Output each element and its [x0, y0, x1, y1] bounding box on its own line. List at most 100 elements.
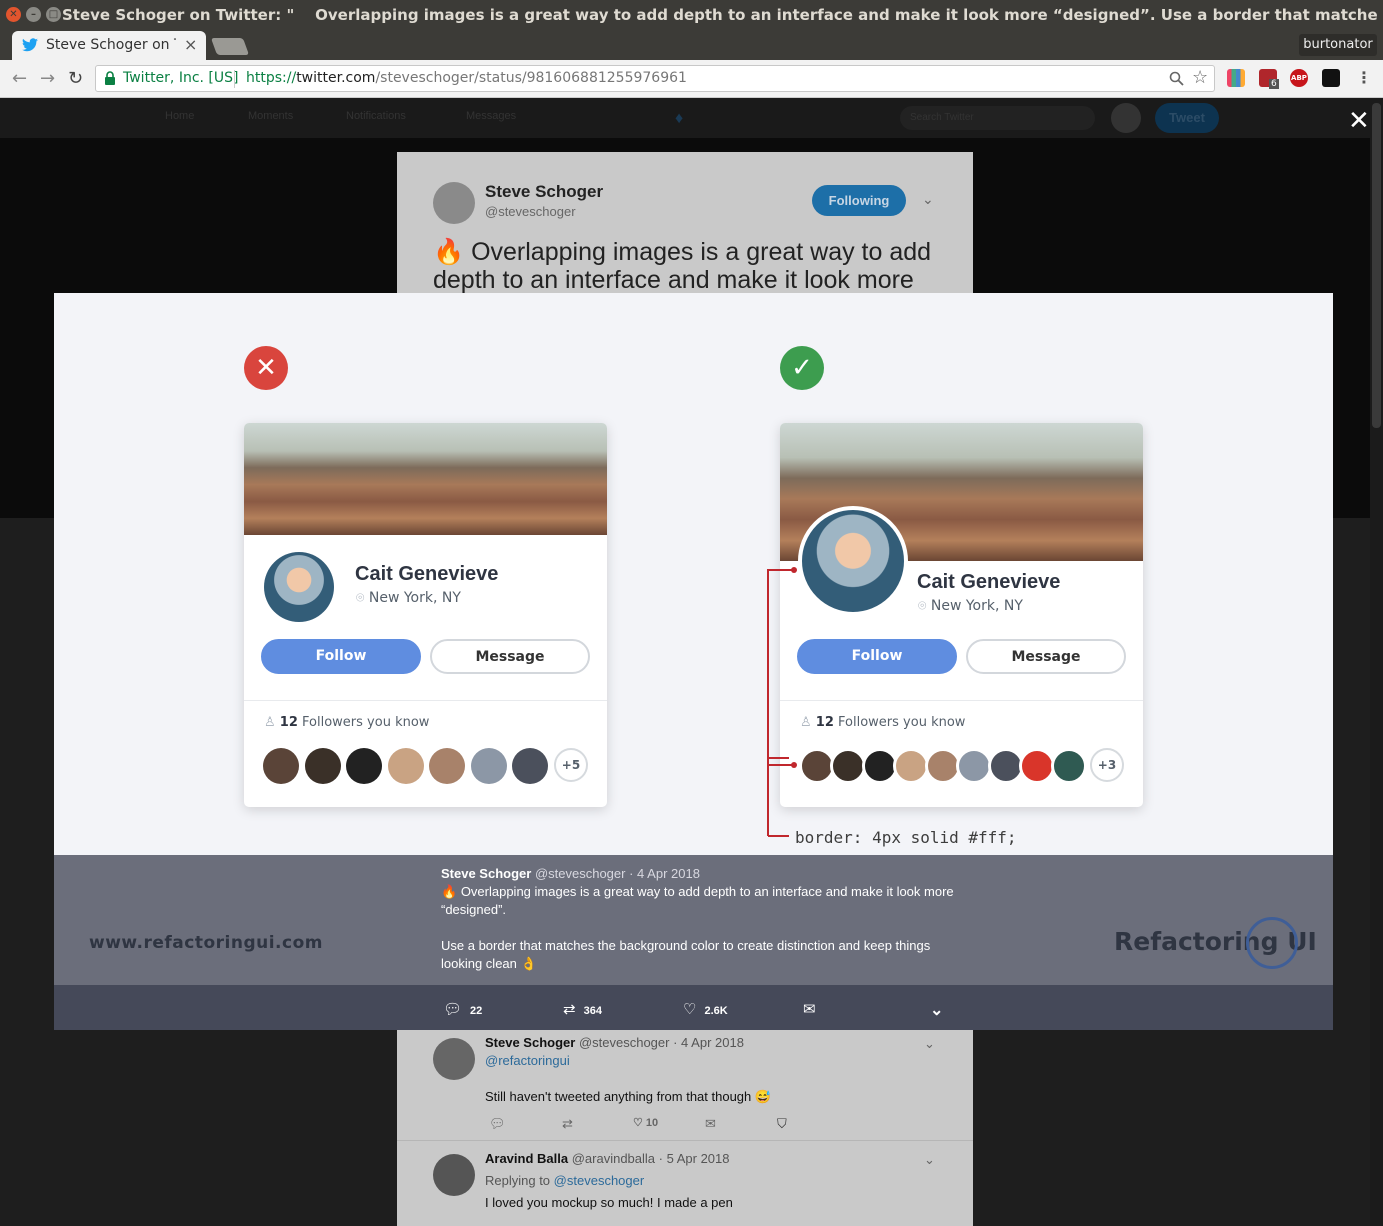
lock-icon	[105, 71, 115, 85]
twitter-logo-icon[interactable]: ♦	[675, 110, 683, 128]
caption-author[interactable]: Steve Schoger	[441, 866, 531, 881]
reply-action[interactable]: 💬︎ 22	[443, 1000, 482, 1018]
reply-replying-to: Replying to @steveschoger	[485, 1173, 644, 1188]
reply-retweet-icon[interactable]: ⇄	[562, 1116, 573, 1132]
address-separator	[234, 70, 235, 88]
like-action[interactable]: ♡ 2.6K	[683, 1000, 728, 1018]
reply-mention[interactable]: @steveschoger	[554, 1173, 645, 1188]
bookmark-star-icon[interactable]: ☆	[1192, 67, 1208, 88]
scrollbar-thumb[interactable]	[1372, 103, 1381, 428]
twitter-account-avatar[interactable]	[1111, 103, 1141, 133]
reply-reply-icon[interactable]: 💬︎	[489, 1116, 506, 1132]
more-chevron-icon[interactable]: ⌄	[930, 1000, 943, 1020]
refactoringui-url: www.refactoringui.com	[89, 933, 323, 953]
url-text[interactable]: https://twitter.com/steveschoger/status/…	[246, 70, 687, 86]
reply-author[interactable]: Aravind Balla	[485, 1151, 568, 1166]
address-bar[interactable]: Twitter, Inc. [US] https://twitter.com/s…	[95, 65, 1215, 92]
bookshelf-extension-icon[interactable]	[1227, 69, 1245, 87]
heart-icon: ♡	[683, 1001, 697, 1018]
caption-line1: 🔥 Overlapping images is a great way to a…	[441, 883, 961, 919]
direct-message-action[interactable]: ✉	[803, 1000, 824, 1018]
ublock-extension-icon[interactable]: 6	[1259, 69, 1279, 89]
new-tab-button[interactable]	[210, 38, 250, 55]
twitter-navbar: Home Moments Notifications Messages ♦ Se…	[0, 98, 1370, 138]
forward-arrow-icon[interactable]: →	[40, 68, 55, 89]
tab-close-icon[interactable]: ×	[184, 35, 197, 54]
page-scrollbar[interactable]	[1370, 98, 1383, 1226]
reply-envelope-icon[interactable]: ✉	[705, 1116, 716, 1132]
reply-avatar[interactable]	[433, 1038, 475, 1080]
tweet-image[interactable]: ✕ ✓ Cait Genevieve ⌾ New York, NY Follow…	[54, 293, 1333, 855]
tweet-caption-overlay: www.refactoringui.com Refactoring UI Ste…	[54, 855, 1333, 985]
url-host: twitter.com	[296, 70, 376, 86]
tweet-menu-chevron-icon[interactable]: ⌄	[922, 192, 934, 208]
reply-heart-icon: ♡	[633, 1117, 646, 1129]
reply-handle[interactable]: @aravindballa	[572, 1151, 655, 1166]
tweet-caption-text: Steve Schoger @steveschoger · 4 Apr 2018…	[441, 865, 961, 973]
twitter-nav-home[interactable]: Home	[165, 110, 194, 122]
profile-button[interactable]: burtonator	[1299, 34, 1377, 56]
grin-emoji-icon: 😅	[754, 1089, 772, 1104]
tweet-author-name[interactable]: Steve Schoger	[485, 182, 603, 202]
tweet-author-handle[interactable]: @steveschoger	[485, 204, 576, 219]
css-border-note: border: 4px solid #fff;	[795, 828, 1017, 847]
reply-author[interactable]: Steve Schoger	[485, 1035, 575, 1050]
caption-line2: Use a border that matches the background…	[441, 937, 961, 973]
reply-count: 22	[470, 1005, 483, 1017]
twitter-nav-moments[interactable]: Moments	[248, 110, 293, 122]
caption-line2-text: Use a border that matches the background…	[441, 938, 931, 971]
tab-strip	[0, 30, 1383, 60]
caption-line1-text: Overlapping images is a great way to add…	[441, 884, 954, 917]
window-close-button[interactable]: ✕	[6, 7, 21, 22]
retweet-icon: ⇄	[563, 1001, 576, 1018]
reply-like[interactable]: ♡ 10	[633, 1116, 658, 1129]
following-button[interactable]: Following	[812, 185, 906, 216]
adblock-plus-icon[interactable]: ABP	[1290, 69, 1308, 87]
caption-date[interactable]: · 4 Apr 2018	[629, 866, 700, 881]
reload-icon[interactable]: ↻	[68, 68, 83, 89]
twitter-nav-notifications[interactable]: Notifications	[346, 110, 406, 122]
reply-menu-chevron-icon[interactable]: ⌄	[924, 1152, 935, 1168]
twitter-nav-messages[interactable]: Messages	[466, 110, 516, 122]
envelope-icon: ✉	[803, 1001, 816, 1018]
reply-date[interactable]: · 4 Apr 2018	[673, 1035, 744, 1050]
window-minimize-button[interactable]: –	[26, 7, 41, 22]
ok-hand-emoji-icon: 👌	[520, 956, 537, 971]
fire-emoji-icon: 🔥	[433, 238, 472, 266]
reply-header: Steve Schoger @steveschoger · 4 Apr 2018	[485, 1035, 744, 1050]
tweet-text: Overlapping images is a great way to add…	[433, 238, 932, 294]
url-scheme: https://	[246, 70, 297, 86]
annotation-bracket	[767, 567, 797, 837]
reply-menu-chevron-icon[interactable]: ⌄	[924, 1036, 935, 1052]
modal-close-icon[interactable]: ✕	[1348, 106, 1370, 136]
back-arrow-icon[interactable]: ←	[12, 68, 27, 89]
retweet-action[interactable]: ⇄ 364	[563, 1000, 602, 1018]
window-maximize-button[interactable]: □	[46, 7, 61, 22]
reply-avatar[interactable]	[433, 1154, 475, 1196]
browser-menu-icon[interactable]: ⋮	[1356, 68, 1372, 87]
caption-handle[interactable]: @steveschoger	[535, 866, 626, 881]
reply-text-content: Still haven't tweeted anything from that…	[485, 1089, 752, 1104]
window-titlebar: ✕ – □ Steve Schoger on Twitter: " Overla…	[0, 0, 1383, 30]
zoom-search-icon[interactable]	[1169, 71, 1184, 86]
reply-date[interactable]: · 5 Apr 2018	[659, 1151, 730, 1166]
retweet-count: 364	[583, 1005, 602, 1017]
fire-emoji-icon: 🔥	[441, 884, 461, 899]
url-path: /steveschoger/status/981606881255976961	[375, 70, 687, 86]
author-avatar[interactable]	[433, 182, 475, 224]
reply-text: Still haven't tweeted anything from that…	[485, 1089, 771, 1105]
reply-text: I loved you mockup so much! I made a pen	[485, 1195, 733, 1210]
twitter-search-input[interactable]: Search Twitter	[900, 106, 1095, 130]
browser-tab[interactable]: Steve Schoger on Tw ×	[12, 31, 206, 60]
replies-list: Steve Schoger @steveschoger · 4 Apr 2018…	[397, 1030, 973, 1226]
ublock-badge: 6	[1269, 79, 1279, 89]
secure-label: Twitter, Inc. [US]	[123, 70, 239, 86]
logo-circle-icon	[1246, 917, 1298, 969]
reply-handle[interactable]: @steveschoger	[579, 1035, 670, 1050]
extension-icon[interactable]	[1322, 69, 1340, 87]
reply-mention[interactable]: @refactoringui	[485, 1053, 570, 1068]
tweet-compose-button[interactable]: Tweet	[1155, 103, 1219, 133]
reply-shield-icon[interactable]: ⛉	[777, 1116, 787, 1132]
reply-header: Aravind Balla @aravindballa · 5 Apr 2018	[485, 1151, 729, 1166]
